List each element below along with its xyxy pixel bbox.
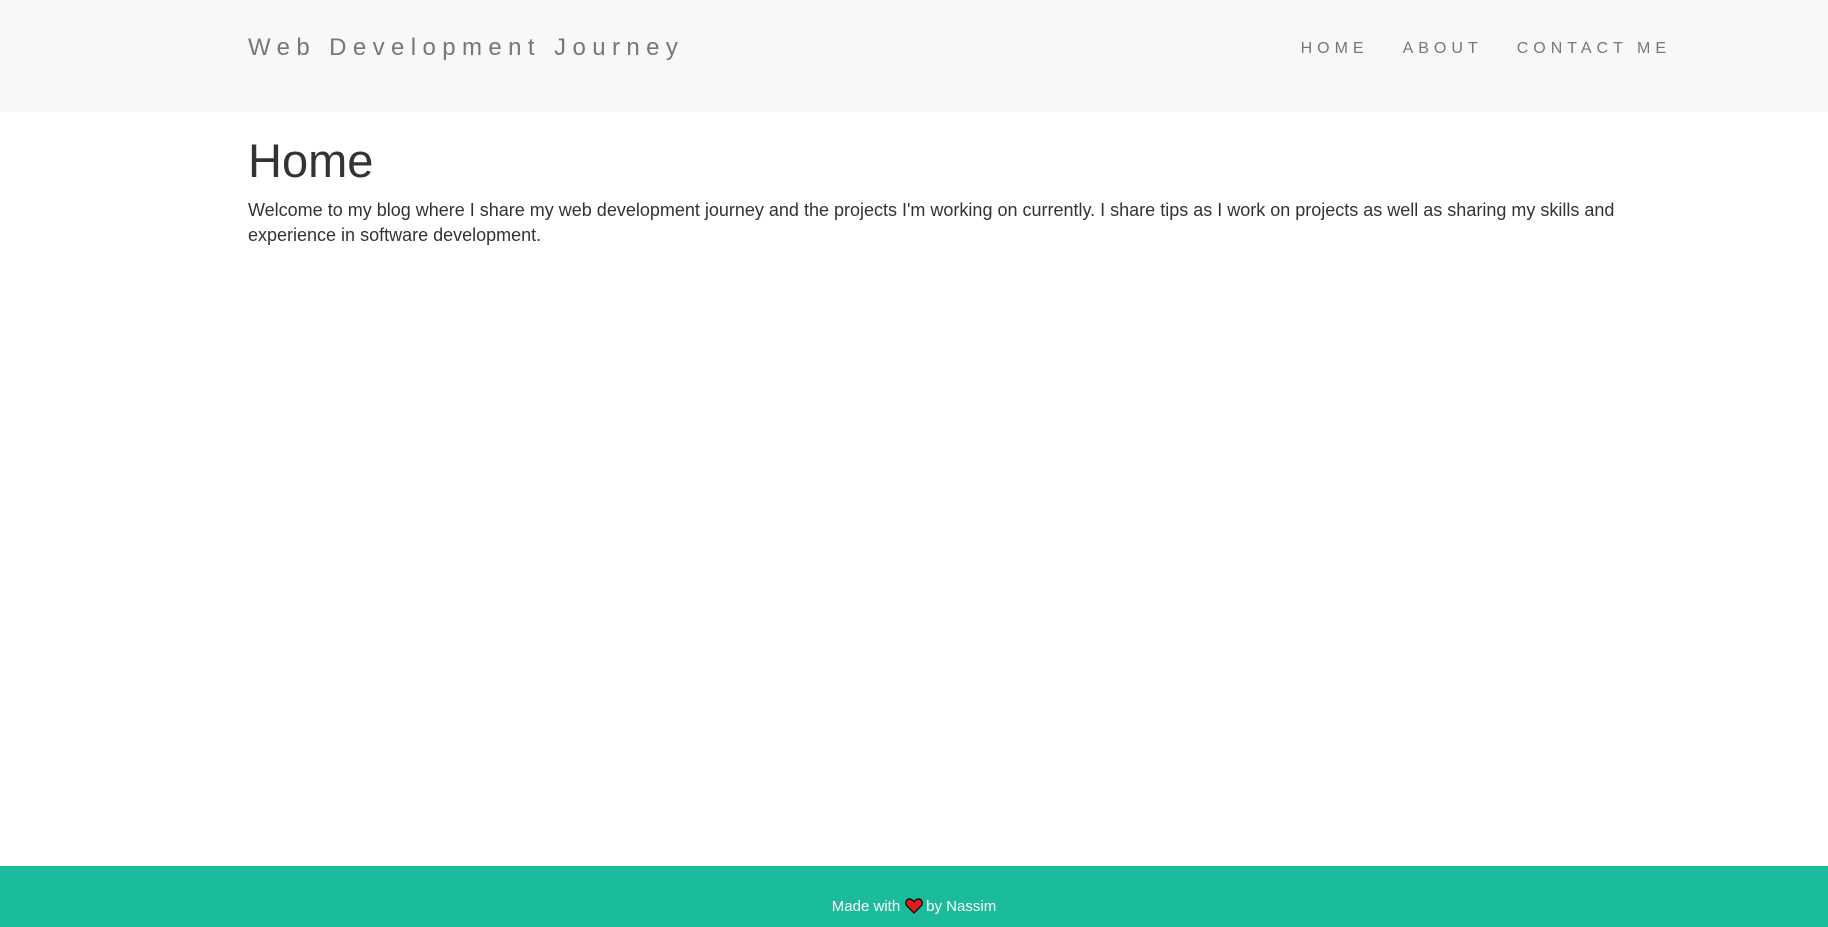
footer-author: by Nassim xyxy=(926,898,997,915)
heart-icon xyxy=(905,898,923,918)
nav-about-link[interactable]: ABOUT xyxy=(1403,40,1483,58)
nav-contact-link[interactable]: CONTACT ME xyxy=(1517,40,1671,58)
navbar: Web Development Journey HOME ABOUT CONTA… xyxy=(0,0,1828,112)
main-content: Home Welcome to my blog where I share my… xyxy=(248,132,1671,248)
main-nav: HOME ABOUT CONTACT ME xyxy=(1267,40,1671,58)
nav-home-link[interactable]: HOME xyxy=(1301,40,1369,58)
footer: Made with by Nassim xyxy=(0,866,1828,927)
footer-made-with: Made with xyxy=(831,898,901,915)
page-title: Home xyxy=(248,134,374,187)
footer-credit: Made with by Nassim xyxy=(0,898,1828,918)
intro-paragraph: Welcome to my blog where I share my web … xyxy=(248,200,1615,245)
brand-link[interactable]: Web Development Journey xyxy=(248,34,684,62)
